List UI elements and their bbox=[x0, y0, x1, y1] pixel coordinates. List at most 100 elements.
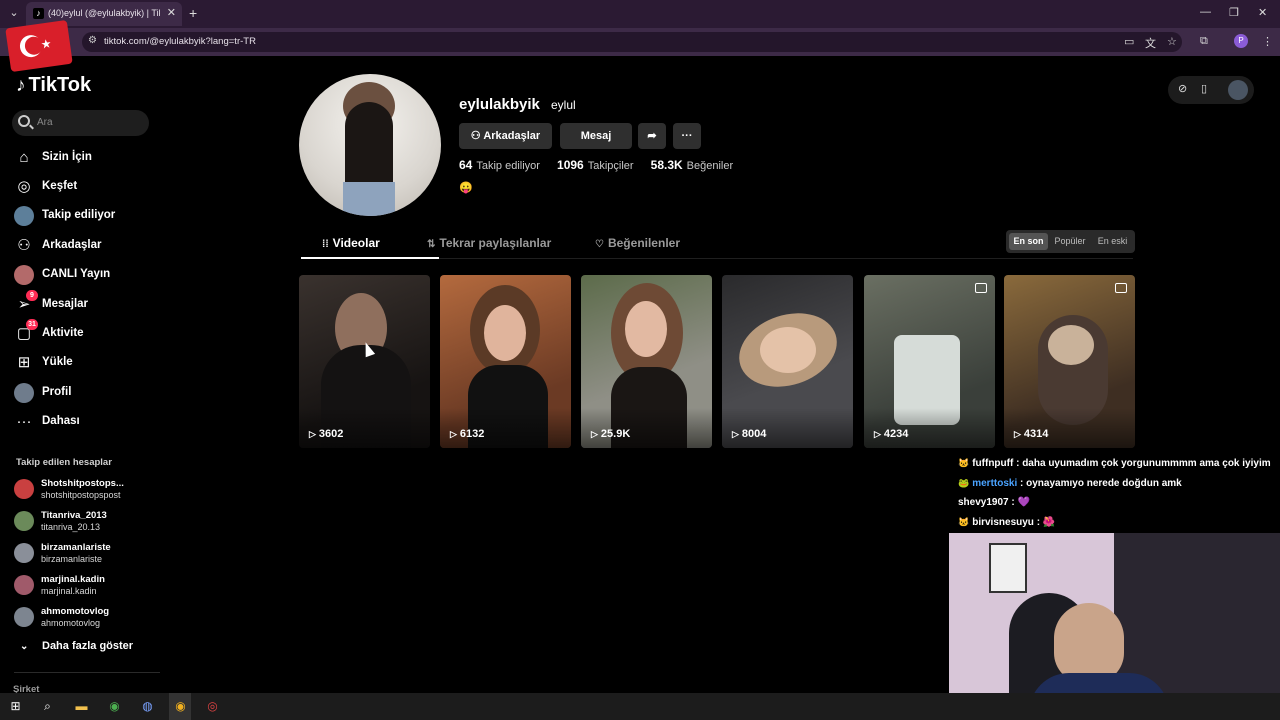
sidebar-item-activity[interactable]: ▢ 31 Aktivite bbox=[14, 319, 154, 346]
friends-button[interactable]: ⚇ Arkadaşlar bbox=[459, 123, 552, 149]
tiktok-logo[interactable]: ♪ TikTok bbox=[16, 74, 91, 97]
photo-carousel-icon bbox=[975, 283, 987, 293]
search-taskbar-icon[interactable]: ⌕ bbox=[39, 698, 56, 715]
following-account[interactable]: Titanriva_2013 titanriva_20.13 bbox=[14, 508, 154, 534]
translate-icon[interactable]: 文 bbox=[1145, 35, 1156, 51]
followers-count[interactable]: 1096 bbox=[557, 158, 584, 172]
restore-icon[interactable]: ❐ bbox=[1229, 6, 1239, 19]
browser-profile-avatar[interactable]: P bbox=[1234, 34, 1248, 48]
account-avatar bbox=[14, 479, 34, 499]
sidebar-item-more[interactable]: ··· Dahası bbox=[14, 410, 154, 434]
sidebar-item-explore[interactable]: ◎ Keşfet bbox=[14, 175, 154, 199]
windows-start-icon[interactable]: ⊞ bbox=[7, 698, 24, 715]
sidebar-divider bbox=[14, 672, 160, 673]
chat-message: shevy1907 : 💜 bbox=[958, 497, 1030, 508]
tab-title: (40)eylul (@eylulakbyik) | TikTok bbox=[48, 8, 160, 18]
following-account[interactable]: birzamanlariste birzamanlariste bbox=[14, 540, 154, 566]
following-avatar bbox=[14, 206, 34, 226]
share-icon: ➦ bbox=[647, 130, 657, 142]
cast-icon[interactable]: ▭ bbox=[1124, 35, 1134, 48]
photo-thumbnail[interactable]: ▷ 4314 bbox=[1004, 275, 1135, 448]
sidebar-item-messages[interactable]: ➢ 9 Mesajlar bbox=[14, 290, 154, 317]
search-input[interactable]: Ara bbox=[12, 110, 149, 136]
grid-icon: ⁞⁞ bbox=[322, 239, 329, 250]
chevron-down-icon: ⌄ bbox=[20, 641, 29, 652]
chrome-active-icon[interactable]: ◉ bbox=[172, 698, 189, 715]
sort-latest[interactable]: En son bbox=[1009, 233, 1048, 250]
view-count: ▷ 25.9K bbox=[591, 428, 631, 440]
chat-message: 🐱 birvisnesuyu : 🌺 bbox=[958, 517, 1056, 528]
webcam-overlay bbox=[949, 533, 1280, 720]
tab-reposts[interactable]: ⇅ Tekrar paylaşılanlar bbox=[427, 236, 551, 250]
extensions-icon[interactable]: ⧉ bbox=[1200, 35, 1208, 48]
tab-search-icon[interactable]: ⌄ bbox=[6, 5, 22, 21]
live-avatar bbox=[14, 265, 34, 285]
minimize-icon[interactable]: — bbox=[1200, 6, 1211, 18]
show-more-button[interactable]: ⌄ Daha fazla göster bbox=[20, 640, 133, 652]
coins-icon[interactable]: ⊘ bbox=[1178, 82, 1187, 95]
following-account[interactable]: ahmomotovlog ahmomotovlog bbox=[14, 604, 154, 630]
account-avatar bbox=[14, 575, 34, 595]
tab-liked[interactable]: ♡ Beğenilenler bbox=[595, 236, 680, 250]
message-button[interactable]: Mesaj bbox=[560, 123, 632, 149]
file-explorer-icon[interactable]: ▬ bbox=[73, 698, 90, 715]
following-account[interactable]: Shotshitpostops... shotshitpostopspost bbox=[14, 476, 154, 502]
profile-username: eylulakbyik bbox=[459, 96, 540, 113]
chat-message: 🐸 merttoski : oynayamıyo nerede doğdun am… bbox=[958, 478, 1182, 489]
view-count: ▷ 3602 bbox=[309, 428, 344, 440]
chat-badge-icon: 🐱 bbox=[958, 517, 970, 527]
active-tab-indicator bbox=[301, 257, 439, 259]
video-thumbnail[interactable]: ▷ 6132 bbox=[440, 275, 571, 448]
play-icon: ▷ bbox=[732, 429, 739, 439]
home-icon: ⌂ bbox=[19, 149, 29, 166]
sidebar-item-upload[interactable]: ⊞ Yükle bbox=[14, 351, 154, 375]
activity-badge: 31 bbox=[26, 319, 38, 330]
site-info-icon[interactable]: ⚙ bbox=[88, 35, 97, 46]
sidebar-item-friends[interactable]: ⚇ Arkadaşlar bbox=[14, 234, 154, 258]
obs-icon[interactable]: ◎ bbox=[204, 698, 221, 715]
search-icon bbox=[18, 115, 30, 127]
chrome-icon[interactable]: ◉ bbox=[106, 698, 123, 715]
view-count: ▷ 4234 bbox=[874, 428, 909, 440]
tab-close-icon[interactable]: ✕ bbox=[167, 6, 176, 19]
tiktok-favicon-icon: ♪ bbox=[33, 8, 44, 19]
device-icon[interactable]: ▯ bbox=[1201, 82, 1207, 95]
video-thumbnail[interactable]: ▷ 25.9K bbox=[581, 275, 712, 448]
compass-icon: ◎ bbox=[17, 178, 31, 195]
windows-taskbar: ⊞ ⌕ ▬ ◉ ◍ ◉ ◎ bbox=[0, 693, 1280, 720]
sort-oldest[interactable]: En eski bbox=[1093, 233, 1132, 250]
new-tab-icon[interactable]: + bbox=[189, 5, 197, 21]
sidebar-item-for-you[interactable]: ⌂ Sizin İçin bbox=[14, 146, 154, 170]
following-account[interactable]: marjinal.kadin marjinal.kadin bbox=[14, 572, 154, 598]
video-thumbnail[interactable]: ▷ 3602 bbox=[299, 275, 430, 448]
messages-badge: 9 bbox=[26, 290, 38, 301]
view-count: ▷ 8004 bbox=[732, 428, 767, 440]
video-thumbnail[interactable]: ▷ 8004 bbox=[722, 275, 853, 448]
more-options-button[interactable]: ··· bbox=[673, 123, 701, 149]
sidebar-item-profile[interactable]: Profil bbox=[14, 381, 154, 405]
discord-icon[interactable]: ◍ bbox=[139, 698, 156, 715]
tab-videos[interactable]: ⁞⁞ Videolar bbox=[322, 236, 380, 250]
browser-tab-bar: ⌄ ♪ (40)eylul (@eylulakbyik) | TikTok ✕ … bbox=[0, 0, 1280, 28]
friend-person-icon: ⚇ bbox=[470, 130, 484, 142]
following-count[interactable]: 64 bbox=[459, 158, 472, 172]
photo-thumbnail[interactable]: ▷ 4234 bbox=[864, 275, 995, 448]
close-window-icon[interactable]: ✕ bbox=[1258, 6, 1267, 19]
browser-menu-icon[interactable]: ⋮ bbox=[1262, 35, 1273, 48]
user-avatar[interactable] bbox=[1228, 80, 1248, 100]
turkish-flag-overlay: ★ bbox=[5, 19, 73, 73]
sidebar-item-live[interactable]: CANLI Yayın bbox=[14, 263, 154, 287]
photo-carousel-icon bbox=[1115, 283, 1127, 293]
sort-popular[interactable]: Popüler bbox=[1050, 233, 1090, 250]
share-button[interactable]: ➦ bbox=[638, 123, 666, 149]
top-right-actions: ⊘ ▯ bbox=[1168, 76, 1254, 104]
omnibox[interactable]: ⚙ tiktok.com/@eylulakbyik?lang=tr-TR bbox=[82, 32, 1182, 52]
repost-icon: ⇅ bbox=[427, 239, 436, 250]
view-count: ▷ 6132 bbox=[450, 428, 485, 440]
tiktok-note-icon: ♪ bbox=[16, 75, 26, 96]
url-text[interactable]: tiktok.com/@eylulakbyik?lang=tr-TR bbox=[104, 36, 256, 47]
bookmark-star-icon[interactable]: ☆ bbox=[1167, 35, 1177, 48]
sidebar-item-following[interactable]: Takip ediliyor bbox=[14, 204, 154, 228]
chat-badge-icon: 🐱 bbox=[958, 458, 970, 468]
view-count: ▷ 4314 bbox=[1014, 428, 1049, 440]
